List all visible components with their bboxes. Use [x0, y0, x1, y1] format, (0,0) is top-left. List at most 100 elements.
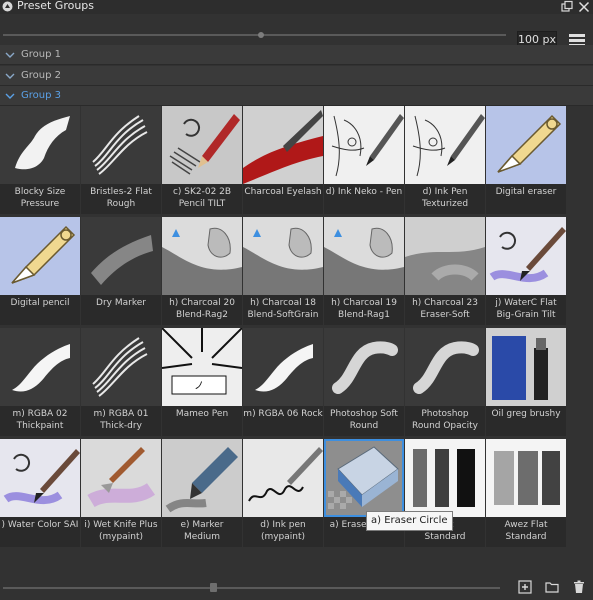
preset-tile[interactable]: m) RGBA 06 Rock [243, 328, 323, 436]
preset-tile[interactable]: Digital pencil [0, 217, 80, 325]
preset-label: c) SK2-02 2B Pencil TILT [172, 187, 232, 209]
preset-label: Digital eraser [495, 187, 557, 197]
preset-tile[interactable]: Bristles-2 Flat Rough [81, 106, 161, 214]
preset-tile[interactable]: m) RGBA 02 Thickpaint [0, 328, 80, 436]
preset-tile[interactable]: Photoshop Round Opacity [405, 328, 485, 436]
preset-label: h) Charcoal 19 Blend-Rag1 [331, 298, 397, 320]
preset-tile[interactable]: Charcoal Eyelash [243, 106, 323, 214]
group-label: Group 1 [21, 49, 61, 60]
charcoal-blend-icon [243, 217, 323, 295]
ink-pen-sketch-icon [324, 106, 404, 184]
digital-pencil-icon [0, 217, 80, 295]
preset-label: i) Wet Knife Plus (mypaint) [84, 520, 158, 542]
group-header-1[interactable]: Group 1 [0, 45, 593, 65]
oil-paint-icon [486, 328, 566, 406]
tooltip: a) Eraser Circle [366, 511, 453, 531]
preset-tile[interactable]: Photoshop Soft Round [324, 328, 404, 436]
add-group-icon[interactable] [518, 580, 532, 594]
close-icon[interactable] [577, 0, 591, 14]
manga-icon: ノ [162, 328, 242, 406]
preset-tile[interactable]: j) WaterC Flat Big-Grain Tilt [486, 217, 566, 325]
thumbnail-size-slider[interactable] [3, 34, 506, 36]
preset-tile[interactable]: c) SK2-02 2B Pencil TILT [162, 106, 242, 214]
preset-tile[interactable]: Awez Flat Standard [486, 439, 566, 547]
preset-tile[interactable]: d) Ink Neko - Pen [324, 106, 404, 214]
ink-pen-sketch-icon [405, 106, 485, 184]
watercolor-brush-icon [0, 439, 80, 517]
preset-grid: Blocky Size Pressure Bristles-2 Flat Roug… [0, 106, 569, 552]
preset-label: d) Ink pen (mypaint) [260, 520, 306, 542]
preset-label: Photoshop Round Opacity [412, 409, 478, 431]
charcoal-blend-icon [324, 217, 404, 295]
preset-tile[interactable]: h) Charcoal 23 Eraser-Soft [405, 217, 485, 325]
preset-tile[interactable]: Oil greg brushy [486, 328, 566, 436]
blocky-stroke-icon [0, 106, 80, 184]
marker-icon [162, 439, 242, 517]
preset-label: d) Ink Neko - Pen [325, 187, 403, 197]
preset-tile[interactable]: h) Charcoal 19 Blend-Rag1 [324, 217, 404, 325]
group-label: Group 2 [21, 70, 61, 81]
preset-label: h) Charcoal 20 Blend-Rag2 [169, 298, 235, 320]
preset-label: Awez Flat Standard [504, 520, 548, 542]
bristle-stroke-icon [81, 106, 161, 184]
digital-pencil-icon [486, 106, 566, 184]
preset-label: Blocky Size Pressure [14, 187, 66, 209]
window-title: Preset Groups [17, 0, 95, 12]
thick-stroke-icon [243, 328, 323, 406]
preset-tile[interactable]: d) Ink pen (mypaint) [243, 439, 323, 547]
preset-tile[interactable]: m) RGBA 01 Thick-dry [81, 328, 161, 436]
soft-stroke-icon [324, 328, 404, 406]
thick-stroke-icon [0, 328, 80, 406]
group-header-2[interactable]: Group 2 [0, 66, 593, 86]
preset-tile[interactable]: Digital eraser [486, 106, 566, 214]
preset-label: Oil greg brushy [491, 409, 561, 419]
folder-icon[interactable] [545, 580, 559, 594]
ink-pen-scribble-icon [243, 439, 323, 517]
preset-label: ) Water Color SAI [1, 520, 79, 530]
preset-tile[interactable]: ) Water Color SAI [0, 439, 80, 547]
zoom-slider[interactable] [3, 587, 500, 589]
preset-label: h) Charcoal 23 Eraser-Soft [412, 298, 478, 320]
preset-label: Digital pencil [10, 298, 70, 308]
preset-tile[interactable]: Blocky Size Pressure [0, 106, 80, 214]
svg-text:ノ: ノ [194, 381, 204, 392]
flat-bars-icon [405, 439, 485, 517]
charcoal-blend-icon [162, 217, 242, 295]
bristle-stroke-icon [81, 328, 161, 406]
slider-handle[interactable] [258, 32, 264, 38]
preset-label: m) RGBA 02 Thickpaint [12, 409, 68, 431]
pencil-tilt-icon [162, 106, 242, 184]
title-bar: Preset Groups [0, 0, 593, 14]
preset-label: m) RGBA 01 Thick-dry [93, 409, 149, 431]
preset-label: Photoshop Soft Round [330, 409, 398, 431]
preset-toolbar: 100 px [0, 14, 593, 49]
preset-label: Dry Marker [96, 298, 146, 308]
preset-tile[interactable]: e) Marker Medium [162, 439, 242, 547]
chevron-down-icon [5, 52, 15, 58]
dry-marker-icon [81, 217, 161, 295]
preset-tile[interactable]: d) Ink Pen Texturized [405, 106, 485, 214]
charcoal-eraser-icon [405, 217, 485, 295]
preset-tile[interactable]: Dry Marker [81, 217, 161, 325]
preset-tile[interactable]: i) Wet Knife Plus (mypaint) [81, 439, 161, 547]
group-header-3[interactable]: Group 3 [0, 86, 593, 106]
trash-icon[interactable] [572, 580, 586, 594]
palette-knife-icon [81, 439, 161, 517]
soft-stroke-icon [405, 328, 485, 406]
charcoal-red-icon [243, 106, 323, 184]
watercolor-brush-icon [486, 217, 566, 295]
preset-label: j) WaterC Flat Big-Grain Tilt [495, 298, 557, 320]
flat-bars-light-icon [486, 439, 566, 517]
preset-label: m) RGBA 06 Rock [243, 409, 323, 419]
group-label: Group 3 [21, 90, 61, 101]
float-icon[interactable] [560, 0, 574, 14]
preset-label: h) Charcoal 18 Blend-SoftGrain [247, 298, 319, 320]
eraser-icon [324, 439, 404, 517]
grid-scrollbar-area [570, 106, 592, 552]
preset-tile[interactable]: h) Charcoal 20 Blend-Rag2 [162, 217, 242, 325]
preset-tile[interactable]: h) Charcoal 18 Blend-SoftGrain [243, 217, 323, 325]
preset-tile[interactable]: ノ Mameo Pen [162, 328, 242, 436]
preset-label: Bristles-2 Flat Rough [90, 187, 152, 209]
preset-label: Mameo Pen [175, 409, 229, 419]
zoom-slider-handle[interactable] [210, 583, 217, 592]
